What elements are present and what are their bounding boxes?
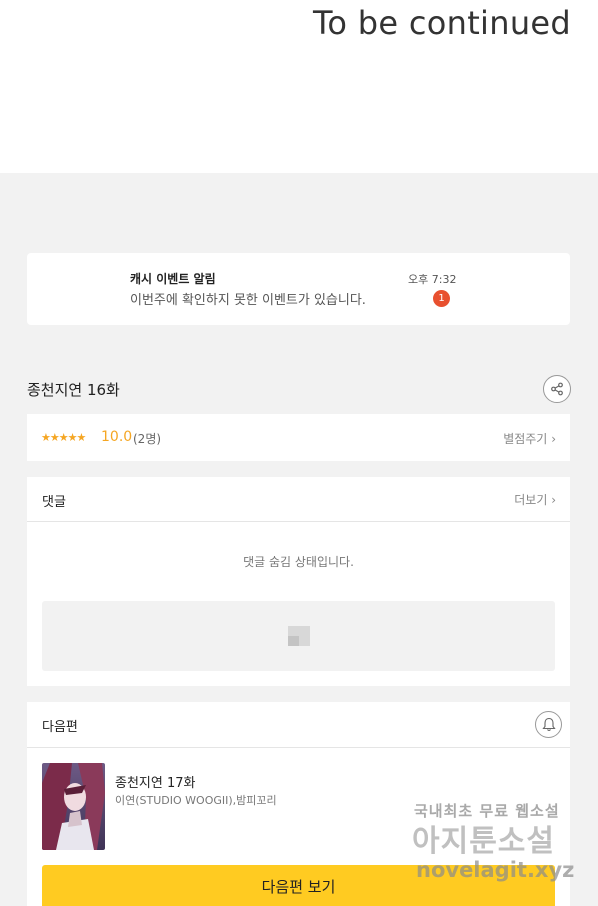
share-button[interactable]: [543, 375, 571, 403]
chevron-right-icon: ›: [551, 493, 556, 507]
next-episode-authors: 이연(STUDIO WOOGII),밤피꼬리: [115, 794, 277, 807]
rating-score: 10.0: [101, 429, 133, 445]
notification-time: 오후 7:32: [408, 273, 457, 286]
comments-hidden-message: 댓글 숨김 상태입니다.: [243, 555, 354, 569]
comments-section: 댓글 더보기 › 댓글 숨김 상태입니다.: [27, 477, 570, 686]
comments-more-button[interactable]: 더보기 ›: [514, 491, 556, 508]
event-notification[interactable]: 캐시 이벤트 알림 이번주에 확인하지 못한 이벤트가 있습니다. 오후 7:3…: [27, 253, 570, 325]
next-episode-title[interactable]: 종천지연 17화: [115, 772, 195, 791]
share-icon: [551, 382, 563, 396]
ad-placeholder: [42, 601, 555, 671]
rating-stars: ★★★★★: [41, 431, 86, 444]
image-placeholder-icon: [288, 626, 310, 646]
rate-button[interactable]: 별점주기 ›: [503, 430, 556, 447]
to-be-continued-text: To be continued: [313, 4, 571, 42]
notification-badge: 1: [433, 290, 450, 307]
notify-button[interactable]: [535, 711, 562, 738]
rating-bar: ★★★★★ 10.0 (2명) 별점주기 ›: [27, 414, 570, 461]
bell-icon: [541, 717, 556, 732]
next-episode-header: 다음편: [27, 702, 570, 748]
notification-message: 이번주에 확인하지 못한 이벤트가 있습니다.: [130, 293, 366, 308]
rating-count: (2명): [133, 432, 162, 446]
episode-title: 종천지연 16화: [27, 381, 120, 399]
next-episode-section-title: 다음편: [42, 720, 78, 735]
notification-title: 캐시 이벤트 알림: [130, 272, 216, 286]
comments-more-label: 더보기: [514, 493, 548, 507]
chevron-right-icon: ›: [551, 432, 556, 446]
rate-button-label: 별점주기: [503, 432, 548, 446]
next-episode-section: 다음편 종천지연 17화 이연(STUDIO WOOGII),밤피꼬리 다음편 …: [27, 702, 570, 906]
view-next-episode-button[interactable]: 다음편 보기: [42, 865, 555, 906]
thumbnail-image: [42, 763, 105, 850]
comments-title: 댓글: [42, 495, 66, 510]
ending-banner: To be continued: [0, 0, 598, 173]
next-episode-thumbnail[interactable]: [42, 763, 105, 850]
comments-header: 댓글 더보기 ›: [27, 477, 570, 522]
